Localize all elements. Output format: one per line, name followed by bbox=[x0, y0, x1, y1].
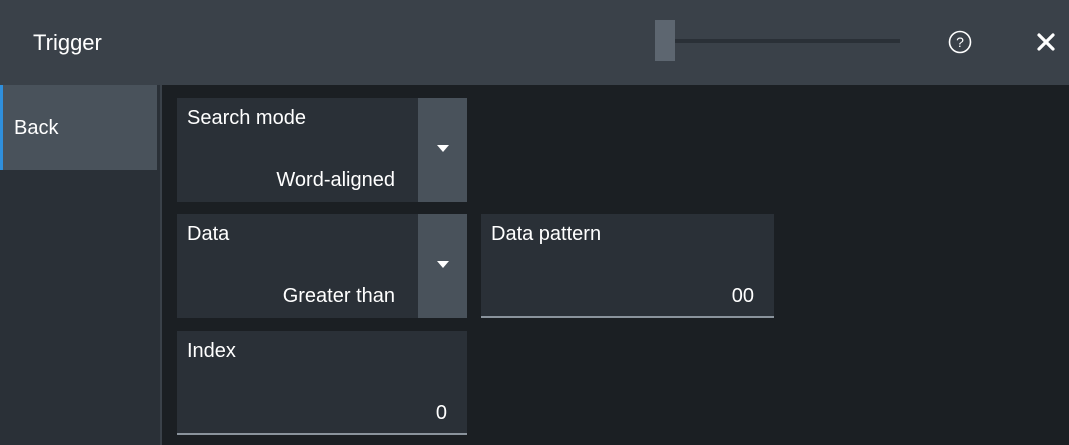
help-icon[interactable]: ? bbox=[948, 30, 972, 54]
data-pattern-field[interactable]: Data pattern 00 bbox=[481, 214, 774, 318]
caret-down-icon bbox=[437, 145, 449, 152]
caret-down-icon bbox=[437, 261, 449, 268]
active-tab-indicator bbox=[0, 85, 3, 170]
index-value: 0 bbox=[435, 402, 447, 424]
search-mode-dropdown-button[interactable] bbox=[418, 98, 467, 202]
index-field[interactable]: Index 0 bbox=[177, 331, 467, 435]
index-label: Index bbox=[187, 340, 236, 362]
input-underline bbox=[481, 316, 774, 318]
data-dropdown-button[interactable] bbox=[418, 214, 467, 318]
input-underline bbox=[177, 433, 467, 435]
transparency-slider-handle[interactable] bbox=[655, 20, 675, 61]
svg-text:?: ? bbox=[956, 34, 964, 50]
data-pattern-value: 00 bbox=[731, 285, 754, 307]
dialog-title: Trigger bbox=[33, 30, 102, 55]
close-icon[interactable] bbox=[1035, 31, 1057, 53]
data-value: Greater than bbox=[282, 285, 395, 307]
back-button-label: Back bbox=[14, 117, 59, 139]
search-mode-label: Search mode bbox=[187, 107, 306, 129]
title-bar: Trigger ? bbox=[0, 0, 1069, 85]
search-mode-value: Word-aligned bbox=[276, 169, 395, 191]
data-label: Data bbox=[187, 223, 230, 245]
transparency-slider-track[interactable] bbox=[655, 39, 900, 43]
sidebar-divider bbox=[160, 85, 162, 445]
data-pattern-label: Data pattern bbox=[491, 223, 602, 245]
data-condition-select[interactable]: Data Greater than bbox=[177, 214, 467, 318]
search-mode-select[interactable]: Search mode Word-aligned bbox=[177, 98, 467, 202]
back-button[interactable]: Back bbox=[0, 85, 157, 170]
